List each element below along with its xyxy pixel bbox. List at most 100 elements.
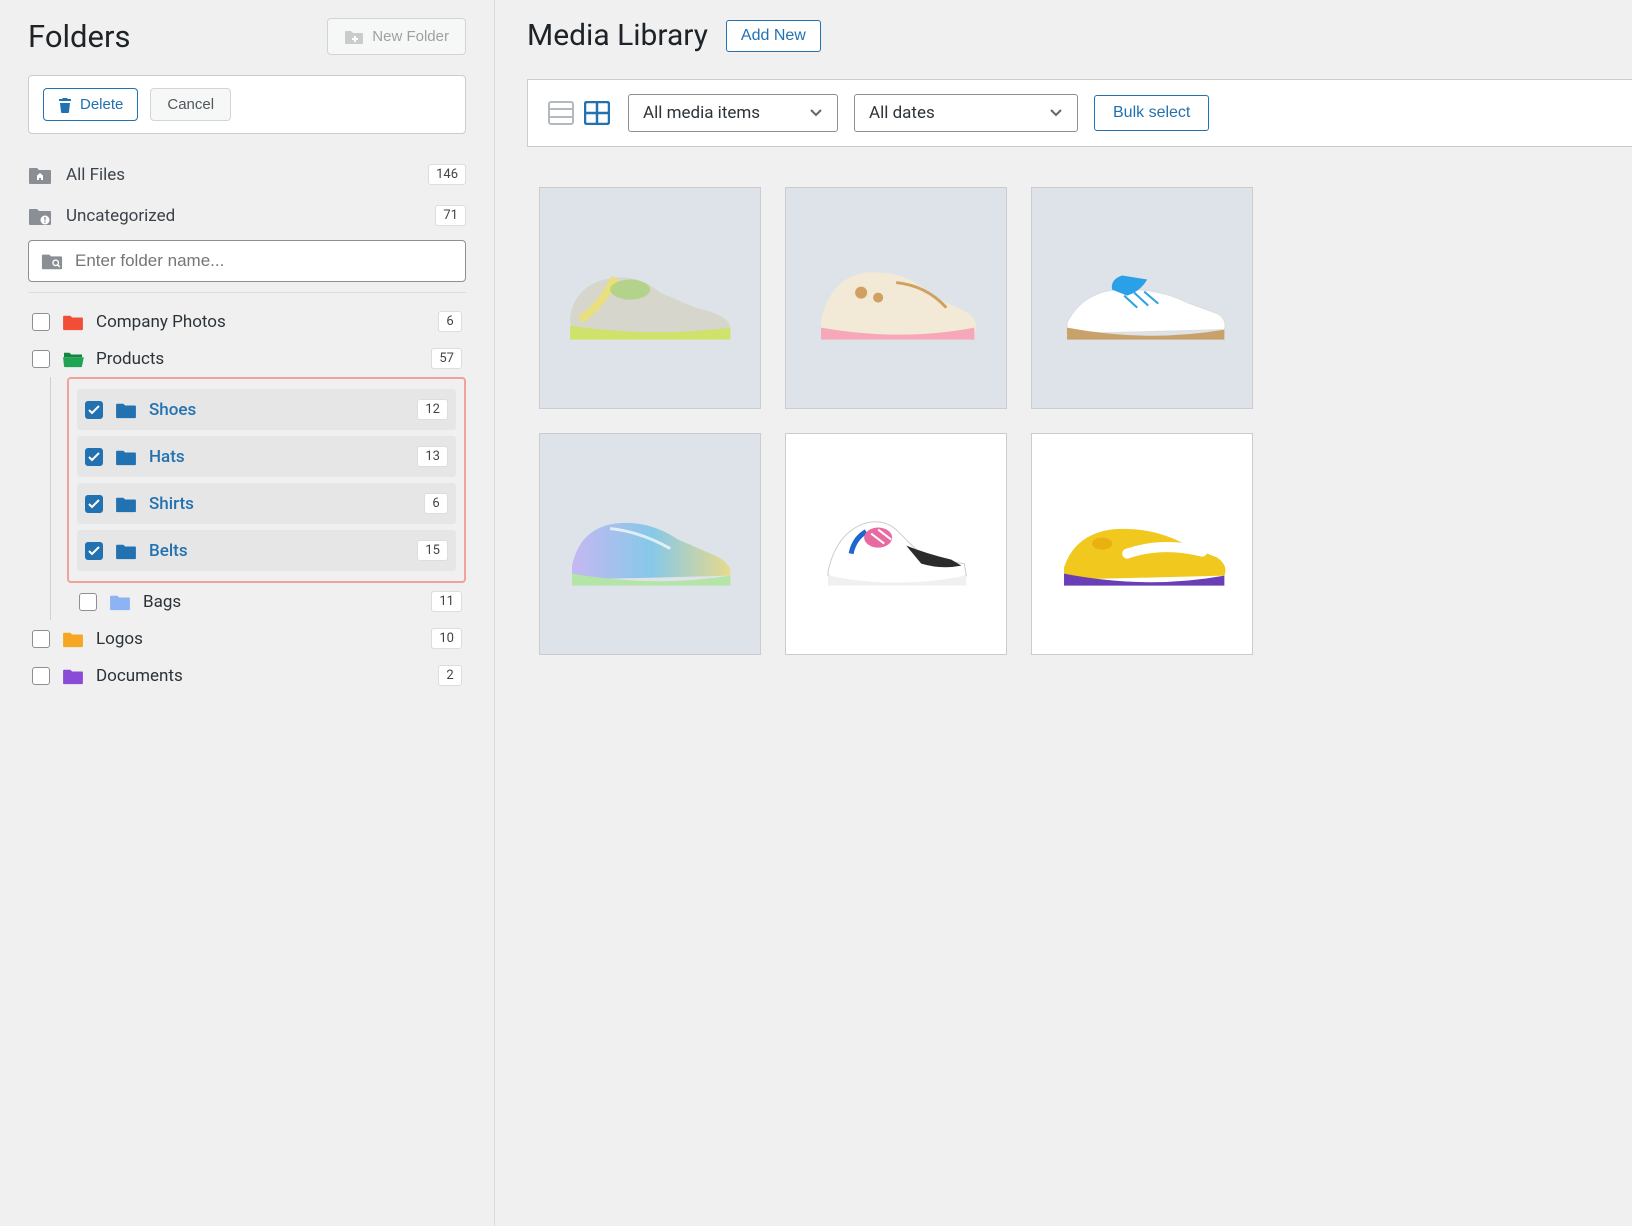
folder-bags[interactable]: Bags 11 [75, 583, 466, 620]
folder-label: Shoes [149, 400, 405, 420]
uncategorized-label: Uncategorized [66, 206, 421, 226]
folder-count: 10 [431, 628, 462, 649]
folder-count: 12 [417, 399, 448, 420]
folder-count: 11 [431, 591, 462, 612]
checkbox[interactable] [32, 313, 50, 331]
media-thumbnail[interactable] [1031, 433, 1253, 655]
checkbox[interactable] [85, 495, 103, 513]
folder-icon [115, 495, 137, 513]
folder-count: 6 [424, 493, 448, 514]
folder-plus-icon [344, 29, 364, 45]
shoe-image [806, 236, 986, 359]
shoe-image [560, 482, 740, 605]
folder-icon [115, 448, 137, 466]
folder-icon [115, 542, 137, 560]
delete-label: Delete [80, 96, 123, 113]
folder-label: Logos [96, 629, 419, 649]
folder-shoes[interactable]: Shoes 12 [77, 389, 456, 430]
checkbox[interactable] [85, 448, 103, 466]
uncategorized-row[interactable]: Uncategorized 71 [28, 195, 466, 236]
new-folder-label: New Folder [372, 28, 449, 45]
media-thumbnail[interactable] [539, 187, 761, 409]
checkbox[interactable] [79, 593, 97, 611]
check-icon [88, 452, 100, 462]
checkbox[interactable] [32, 350, 50, 368]
folder-company-photos[interactable]: Company Photos 6 [28, 303, 466, 340]
checkbox[interactable] [85, 401, 103, 419]
chevron-down-icon [1049, 108, 1063, 118]
chevron-down-icon [809, 108, 823, 118]
folder-label: Shirts [149, 494, 412, 514]
folder-count: 13 [417, 446, 448, 467]
folder-actions-bar: Delete Cancel [28, 75, 466, 134]
alert-folder-icon [28, 206, 52, 226]
all-files-row[interactable]: All Files 146 [28, 154, 466, 195]
divider [28, 292, 466, 293]
list-view-button[interactable] [546, 98, 576, 128]
folder-count: 6 [438, 311, 462, 332]
all-files-count: 146 [428, 164, 466, 185]
folder-hats[interactable]: Hats 13 [77, 436, 456, 477]
folder-open-icon [62, 350, 84, 368]
folder-label: Products [96, 349, 419, 369]
media-thumbnail[interactable] [1031, 187, 1253, 409]
folder-label: Belts [149, 541, 405, 561]
folder-count: 15 [417, 540, 448, 561]
add-new-button[interactable]: Add New [726, 20, 821, 52]
home-folder-icon [28, 165, 52, 185]
shoe-image [1052, 482, 1232, 605]
folder-count: 57 [431, 348, 462, 369]
sidebar-header: Folders New Folder [28, 18, 466, 55]
folder-icon [109, 593, 131, 611]
check-icon [88, 546, 100, 556]
list-icon [548, 101, 574, 125]
page-title: Media Library [527, 18, 708, 53]
checkbox[interactable] [32, 667, 50, 685]
folder-shirts[interactable]: Shirts 6 [77, 483, 456, 524]
folder-search[interactable] [28, 240, 466, 282]
folder-icon [62, 667, 84, 685]
media-thumbnail[interactable] [539, 433, 761, 655]
folder-belts[interactable]: Belts 15 [77, 530, 456, 571]
folder-label: Documents [96, 666, 426, 686]
folder-documents[interactable]: Documents 2 [28, 657, 466, 694]
check-icon [88, 405, 100, 415]
uncategorized-count: 71 [435, 205, 466, 226]
folder-icon [62, 313, 84, 331]
folder-list: All Files 146 Uncategorized 71 Company P… [28, 154, 466, 694]
main-header: Media Library Add New [527, 18, 1632, 53]
all-files-label: All Files [66, 165, 414, 185]
shoe-image [1052, 236, 1232, 359]
checkbox[interactable] [85, 542, 103, 560]
media-grid [527, 187, 1632, 655]
cancel-button[interactable]: Cancel [150, 88, 231, 121]
media-toolbar: All media items All dates Bulk select [527, 79, 1632, 147]
cancel-label: Cancel [167, 96, 214, 113]
shoe-image [560, 236, 740, 359]
folder-icon [115, 401, 137, 419]
new-folder-button[interactable]: New Folder [327, 18, 466, 55]
folder-search-input[interactable] [75, 251, 453, 271]
folder-label: Bags [143, 592, 419, 612]
delete-button[interactable]: Delete [43, 88, 138, 121]
media-type-filter-label: All media items [643, 103, 760, 123]
grid-view-button[interactable] [582, 98, 612, 128]
check-icon [88, 499, 100, 509]
selected-folders-highlight: Shoes 12 Hats 13 Shirts 6 [67, 377, 466, 583]
date-filter[interactable]: All dates [854, 94, 1078, 132]
media-library-main: Media Library Add New All media items Al… [495, 0, 1632, 1226]
products-children: Shoes 12 Hats 13 Shirts 6 [50, 377, 466, 620]
folder-count: 2 [438, 665, 462, 686]
bulk-select-button[interactable]: Bulk select [1094, 95, 1209, 131]
folder-products[interactable]: Products 57 [28, 340, 466, 377]
media-thumbnail[interactable] [785, 187, 1007, 409]
folder-label: Company Photos [96, 312, 426, 332]
folders-sidebar: Folders New Folder Delete Cancel All Fil… [0, 0, 495, 1226]
date-filter-label: All dates [869, 103, 935, 123]
checkbox[interactable] [32, 630, 50, 648]
folder-logos[interactable]: Logos 10 [28, 620, 466, 657]
folder-icon [62, 630, 84, 648]
media-thumbnail[interactable] [785, 433, 1007, 655]
folder-label: Hats [149, 447, 405, 467]
media-type-filter[interactable]: All media items [628, 94, 838, 132]
